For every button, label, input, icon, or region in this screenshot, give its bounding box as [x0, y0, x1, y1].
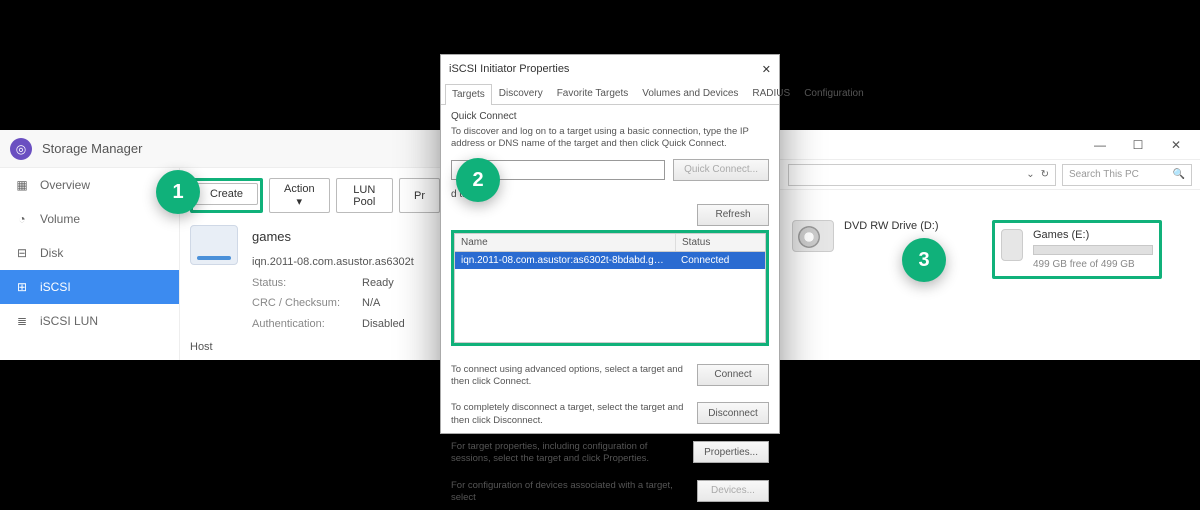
devices-button[interactable]: Devices...: [697, 480, 769, 502]
sidebar-label: Volume: [40, 212, 80, 226]
discovered-targets-label: d targets: [451, 189, 769, 200]
disk-icon: [190, 225, 238, 265]
quick-connect-group: Quick Connect: [451, 111, 769, 122]
drive-label: DVD RW Drive (D:): [844, 220, 939, 232]
crc-label: CRC / Checksum:: [252, 293, 362, 314]
disk-icon: ⊟: [14, 245, 30, 261]
iscsi-tabs: Targets Discovery Favorite Targets Volum…: [441, 83, 779, 105]
tab-radius[interactable]: RADIUS: [745, 83, 797, 104]
quick-connect-button[interactable]: Quick Connect...: [673, 159, 769, 181]
tab-discovery[interactable]: Discovery: [492, 83, 550, 104]
devices-desc: For configuration of devices associated …: [451, 480, 687, 505]
drive-games-highlight: Games (E:) 499 GB free of 499 GB: [992, 220, 1162, 279]
sidebar-item-volume[interactable]: ◔ Volume: [0, 202, 179, 236]
search-placeholder: Search This PC: [1069, 169, 1139, 180]
iscsi-initiator-dialog: iSCSI Initiator Properties ✕ Targets Dis…: [440, 54, 780, 434]
capacity-bar: [1033, 245, 1153, 255]
refresh-icon[interactable]: ↻: [1041, 169, 1049, 180]
close-icon[interactable]: ✕: [762, 63, 771, 76]
quick-connect-desc: To discover and log on to a target using…: [451, 126, 769, 151]
explorer-titlebar: — ☐ ✕: [780, 130, 1200, 160]
targets-list-header: Name Status: [454, 233, 766, 251]
auth-label: Authentication:: [252, 314, 362, 335]
col-status: Status: [675, 234, 765, 251]
refresh-button[interactable]: Refresh: [697, 204, 769, 226]
target-name: games: [252, 225, 414, 250]
target-row-name: iqn.2011-08.com.asustor:as6302t-8bdabd.g…: [455, 252, 675, 269]
sidebar-item-overview[interactable]: ▦ Overview: [0, 168, 179, 202]
tab-favorite-targets[interactable]: Favorite Targets: [550, 83, 636, 104]
properties-button[interactable]: Properties...: [693, 441, 769, 463]
window-close-button[interactable]: ✕: [1158, 133, 1194, 157]
status-value: Ready: [362, 277, 394, 289]
tab-volumes-devices[interactable]: Volumes and Devices: [635, 83, 745, 104]
properties-desc: For target properties, including configu…: [451, 441, 683, 466]
iscsi-target-entry[interactable]: games iqn.2011-08.com.asustor.as6302t St…: [190, 225, 440, 335]
targets-list[interactable]: iqn.2011-08.com.asustor:as6302t-8bdabd.g…: [454, 251, 766, 343]
step-badge-2: 2: [456, 158, 500, 202]
storage-manager-toolbar: Create Action ▾ LUN Pool Pr: [190, 178, 440, 213]
step-badge-3: 3: [902, 238, 946, 282]
window-min-button[interactable]: —: [1082, 133, 1118, 157]
iscsi-dialog-title: iSCSI Initiator Properties: [449, 63, 569, 75]
search-field[interactable]: Search This PC 🔍: [1062, 164, 1192, 186]
lun-icon: ≣: [14, 313, 30, 329]
target-row-status: Connected: [675, 252, 765, 269]
drive-capacity: 499 GB free of 499 GB: [1033, 259, 1153, 270]
preferences-button[interactable]: Pr: [399, 178, 440, 213]
sidebar-item-disk[interactable]: ⊟ Disk: [0, 236, 179, 270]
overview-icon: ▦: [14, 177, 30, 193]
drive-games[interactable]: Games (E:) 499 GB free of 499 GB: [1033, 229, 1153, 270]
create-highlight: Create: [190, 178, 263, 213]
storage-manager-titlebar: ◎ Storage Manager: [0, 130, 450, 168]
address-field[interactable]: ⌄ ↻: [788, 164, 1056, 186]
lun-pool-button[interactable]: LUN Pool: [336, 178, 393, 213]
drive-label: Games (E:): [1033, 229, 1153, 241]
connect-desc: To connect using advanced options, selec…: [451, 364, 687, 389]
disconnect-desc: To completely disconnect a target, selec…: [451, 402, 687, 427]
target-iqn: iqn.2011-08.com.asustor.as6302t: [252, 252, 414, 273]
iscsi-dialog-titlebar: iSCSI Initiator Properties ✕: [441, 55, 779, 83]
storage-manager-sidebar: ▦ Overview ◔ Volume ⊟ Disk ⊞ iSCSI ≣ iSC…: [0, 168, 180, 360]
storage-manager-window: ◎ Storage Manager ▦ Overview ◔ Volume ⊟ …: [0, 130, 450, 360]
sidebar-label: Overview: [40, 178, 90, 192]
connect-button[interactable]: Connect: [697, 364, 769, 386]
volume-icon: ◔: [14, 211, 30, 227]
sidebar-label: iSCSI LUN: [40, 314, 98, 328]
auth-value: Disabled: [362, 318, 405, 330]
storage-manager-logo-icon: ◎: [10, 138, 32, 160]
dropdown-icon[interactable]: ⌄: [1026, 169, 1034, 180]
col-name: Name: [455, 234, 675, 251]
tab-configuration[interactable]: Configuration: [797, 83, 870, 104]
sidebar-item-iscsi[interactable]: ⊞ iSCSI: [0, 270, 179, 304]
window-max-button[interactable]: ☐: [1120, 133, 1156, 157]
status-label: Status:: [252, 273, 362, 294]
crc-value: N/A: [362, 297, 380, 309]
step-badge-1: 1: [156, 170, 200, 214]
host-label: Host: [190, 341, 440, 353]
explorer-window: — ☐ ✕ ⌄ ↻ Search This PC 🔍 DVD RW Drive …: [780, 130, 1200, 360]
iscsi-icon: ⊞: [14, 279, 30, 295]
target-row[interactable]: iqn.2011-08.com.asustor:as6302t-8bdabd.g…: [455, 252, 765, 269]
explorer-address-bar: ⌄ ↻ Search This PC 🔍: [780, 160, 1200, 190]
sidebar-label: Disk: [40, 246, 63, 260]
hdd-drive-icon: [1001, 229, 1023, 261]
disconnect-button[interactable]: Disconnect: [697, 402, 769, 424]
sidebar-item-iscsi-lun[interactable]: ≣ iSCSI LUN: [0, 304, 179, 338]
dvd-drive-icon: [792, 220, 834, 252]
tab-targets[interactable]: Targets: [445, 84, 492, 105]
create-button[interactable]: Create: [195, 183, 258, 205]
search-icon: 🔍: [1173, 169, 1185, 180]
targets-list-highlight: Name Status iqn.2011-08.com.asustor:as63…: [451, 230, 769, 346]
action-button[interactable]: Action ▾: [269, 178, 330, 213]
sidebar-label: iSCSI: [40, 280, 71, 294]
storage-manager-title: Storage Manager: [42, 141, 142, 156]
